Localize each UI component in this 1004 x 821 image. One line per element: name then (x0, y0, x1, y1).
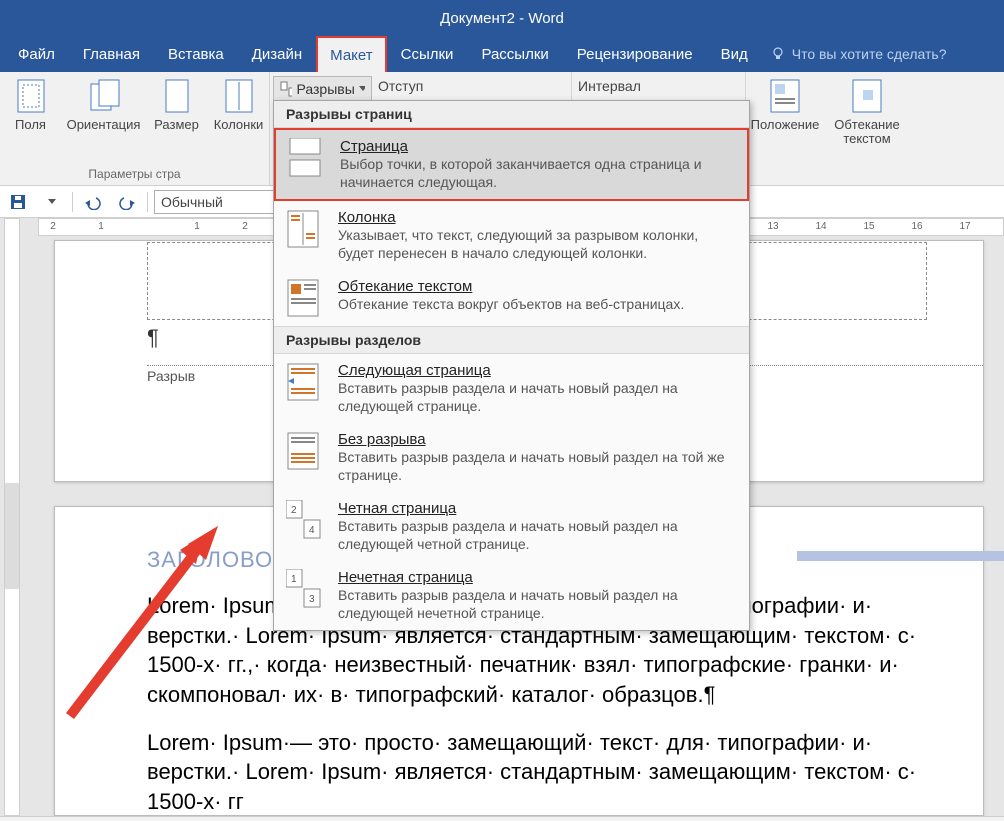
break-page-desc: Выбор точки, в которой заканчивается одн… (340, 156, 735, 191)
redo-icon (118, 194, 136, 210)
page-break-icon (288, 138, 324, 178)
oddpage-break-icon: 13 (286, 569, 322, 609)
spacing-group-header: Интервал (578, 78, 739, 94)
lightbulb-icon (770, 46, 786, 62)
ruler-tick: 17 (959, 221, 970, 232)
position-icon (767, 78, 803, 116)
break-page-title: Страница (340, 138, 735, 155)
break-textwrap-desc: Обтекание текста вокруг объектов на веб-… (338, 296, 737, 314)
undo-button[interactable] (79, 189, 107, 215)
ruler-tick: 13 (767, 221, 778, 232)
break-nextpage-item[interactable]: Следующая страница Вставить разрыв разде… (274, 354, 749, 423)
redo-button[interactable] (113, 189, 141, 215)
ruler-tick: 2 (242, 221, 248, 232)
break-column-title: Колонка (338, 209, 737, 226)
tell-me-search[interactable]: Что вы хотите сделать? (770, 46, 947, 62)
breaks-icon (280, 81, 292, 97)
ruler-tick: 16 (911, 221, 922, 232)
break-textwrap-title: Обтекание текстом (338, 278, 737, 295)
save-icon (10, 194, 26, 210)
tab-mailings[interactable]: Рассылки (467, 36, 562, 72)
chevron-down-icon (48, 199, 56, 205)
evenpage-break-icon: 24 (286, 500, 322, 540)
tab-review[interactable]: Рецензирование (563, 36, 707, 72)
vertical-ruler[interactable] (4, 218, 20, 816)
position-button[interactable]: Положение (746, 76, 824, 147)
orientation-button[interactable]: Ориентация (64, 76, 144, 132)
tab-design[interactable]: Дизайн (238, 36, 316, 72)
break-page-item[interactable]: Страница Выбор точки, в которой заканчив… (274, 128, 749, 201)
tab-file[interactable]: Файл (4, 36, 69, 72)
margins-button[interactable]: Поля (2, 76, 60, 132)
tab-references[interactable]: Ссылки (387, 36, 468, 72)
body-paragraph-2: Lorem· Ipsum·— это· просто· замещающий· … (147, 728, 953, 816)
svg-text:1: 1 (291, 574, 297, 585)
break-evenpage-item[interactable]: 24 Четная страница Вставить разрыв разде… (274, 492, 749, 561)
break-textwrap-item[interactable]: Обтекание текстом Обтекание текста вокру… (274, 270, 749, 326)
break-oddpage-desc: Вставить разрыв раздела и начать новый р… (338, 587, 737, 622)
break-evenpage-desc: Вставить разрыв раздела и начать новый р… (338, 518, 737, 553)
textwrap-break-icon (286, 278, 322, 318)
save-button[interactable] (4, 189, 32, 215)
break-nextpage-desc: Вставить разрыв раздела и начать новый р… (338, 380, 737, 415)
wrap-text-button[interactable]: Обтекание текстом (828, 76, 906, 147)
ruler-tick: 1 (194, 221, 200, 232)
orientation-icon (85, 78, 123, 116)
page-setup-group-label: Параметры стра (88, 167, 180, 181)
column-break-icon (286, 209, 322, 249)
indent-group-header: Отступ (378, 78, 565, 94)
break-continuous-item[interactable]: Без разрыва Вставить разрыв раздела и на… (274, 423, 749, 492)
status-bar: СТРАНИЦА: 5 Раздел: 1 Страница 5 из 5 На… (0, 816, 1004, 821)
break-oddpage-item[interactable]: 13 Нечетная страница Вставить разрыв раз… (274, 561, 749, 630)
ribbon-tabs: Файл Главная Вставка Дизайн Макет Ссылки… (0, 36, 1004, 72)
page-breaks-section-header: Разрывы страниц (274, 101, 749, 128)
break-column-item[interactable]: Колонка Указывает, что текст, следующий … (274, 201, 749, 270)
qat-dropdown[interactable] (38, 189, 66, 215)
break-oddpage-title: Нечетная страница (338, 569, 737, 586)
nextpage-break-icon (286, 362, 322, 402)
breaks-dropdown-button[interactable]: Разрывы (273, 76, 372, 102)
section-breaks-section-header: Разрывы разделов (274, 326, 749, 354)
undo-icon (84, 194, 102, 210)
ruler-tick: 2 (50, 221, 56, 232)
size-icon (162, 78, 192, 116)
title-bar: Документ2 - Word (0, 0, 1004, 36)
tab-home[interactable]: Главная (69, 36, 154, 72)
svg-text:3: 3 (309, 594, 315, 605)
columns-button[interactable]: Колонки (210, 76, 268, 132)
break-continuous-desc: Вставить разрыв раздела и начать новый р… (338, 449, 737, 484)
size-button[interactable]: Размер (148, 76, 206, 132)
wrap-icon (849, 78, 885, 116)
svg-text:4: 4 (309, 525, 315, 536)
ruler-tick: 1 (98, 221, 104, 232)
tab-insert[interactable]: Вставка (154, 36, 238, 72)
break-nextpage-title: Следующая страница (338, 362, 737, 379)
columns-icon (224, 78, 254, 116)
svg-text:2: 2 (291, 505, 297, 516)
chevron-down-icon (359, 86, 365, 92)
ruler-tick: 15 (863, 221, 874, 232)
break-column-desc: Указывает, что текст, следующий за разры… (338, 227, 737, 262)
break-continuous-title: Без разрыва (338, 431, 737, 448)
tab-layout[interactable]: Макет (316, 36, 386, 72)
ruler-tick: 14 (815, 221, 826, 232)
window-title: Документ2 - Word (440, 10, 564, 27)
break-evenpage-title: Четная страница (338, 500, 737, 517)
heading-highlight (797, 551, 1004, 561)
margins-icon (14, 78, 48, 116)
breaks-dropdown-menu: Разрывы страниц Страница Выбор точки, в … (273, 100, 750, 631)
continuous-break-icon (286, 431, 322, 471)
tab-view[interactable]: Вид (707, 36, 762, 72)
